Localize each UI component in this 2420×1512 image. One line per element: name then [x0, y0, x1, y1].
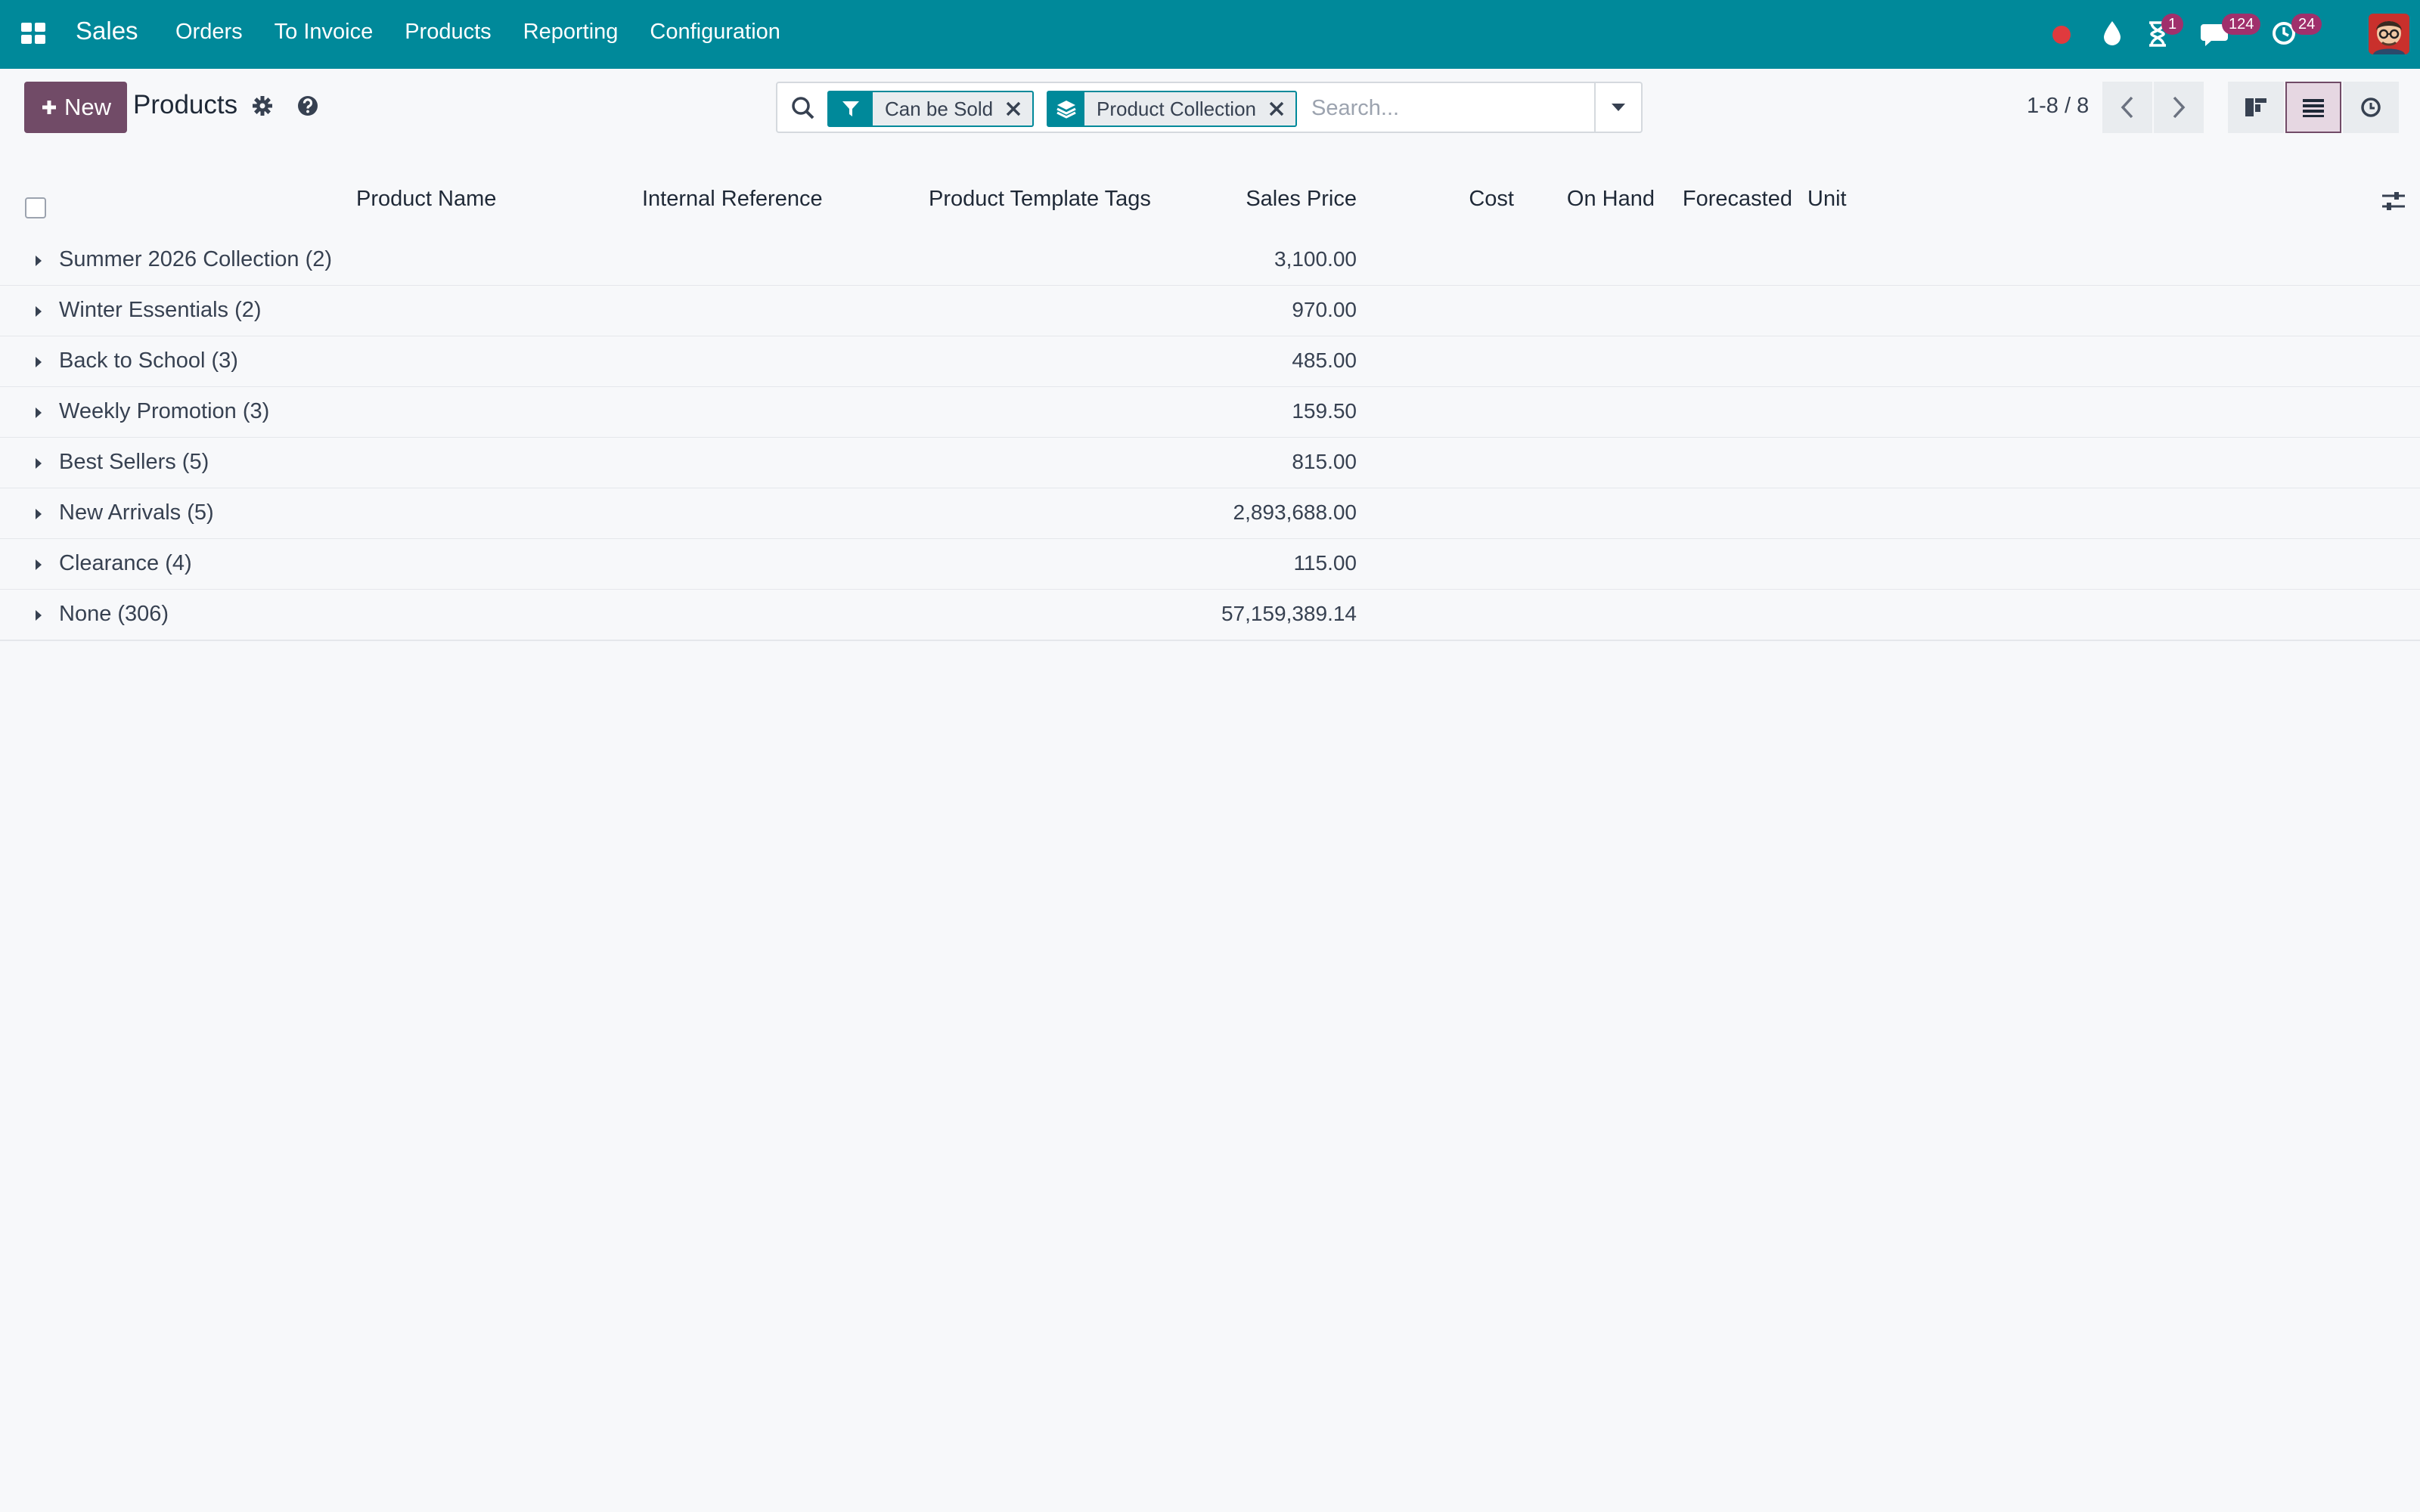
- caret-right-icon: [36, 509, 42, 519]
- activities-badge: 1: [2161, 14, 2184, 35]
- chevron-right-icon: [2173, 96, 2186, 119]
- list-header: Product Name Internal Reference Product …: [0, 160, 2420, 237]
- app-switcher-icon[interactable]: [20, 18, 50, 48]
- pager-value[interactable]: 1-8 / 8: [2027, 94, 2089, 119]
- menu-item-orders[interactable]: Orders: [175, 20, 243, 45]
- close-icon[interactable]: [1005, 101, 1022, 117]
- activity-view-icon: [2361, 98, 2381, 117]
- updates-badge: 24: [2291, 14, 2322, 35]
- chevron-left-icon: [2121, 96, 2133, 119]
- optional-columns-icon[interactable]: [2381, 190, 2406, 212]
- help-icon[interactable]: [296, 94, 319, 117]
- search-icon[interactable]: [791, 96, 815, 120]
- group-sales-price: 57,159,389.14: [1221, 602, 1357, 625]
- top-navbar: Sales Orders To Invoice Products Reporti…: [0, 0, 2420, 69]
- droplet-icon[interactable]: [2101, 20, 2124, 47]
- app-name[interactable]: Sales: [76, 17, 138, 45]
- caret-right-icon: [36, 357, 42, 367]
- gear-icon[interactable]: [251, 94, 274, 117]
- search-box: Can be Sold Product Collection: [776, 82, 1643, 133]
- new-button[interactable]: New: [24, 82, 127, 133]
- messages-badge: 124: [2222, 14, 2261, 35]
- filter-icon: [829, 92, 873, 125]
- kanban-view-button[interactable]: [2228, 82, 2284, 133]
- group-sales-price: 485.00: [1292, 349, 1357, 372]
- group-sales-price: 815.00: [1292, 450, 1357, 473]
- group-sales-price: 115.00: [1293, 551, 1357, 575]
- menu-item-to-invoice[interactable]: To Invoice: [275, 20, 374, 45]
- caret-right-icon: [36, 458, 42, 469]
- column-forecasted[interactable]: Forecasted: [1683, 187, 1792, 212]
- group-name: Back to School (3): [59, 349, 238, 373]
- group-row[interactable]: Summer 2026 Collection (2) 3,100.00: [0, 235, 2420, 287]
- facet-can-be-sold: Can be Sold: [827, 91, 1035, 127]
- column-cost[interactable]: Cost: [1469, 187, 1514, 212]
- control-panel: New Products Can be Sold Product Collect…: [0, 69, 2420, 161]
- group-name: Summer 2026 Collection (2): [59, 247, 333, 271]
- pager-previous-button[interactable]: [2102, 82, 2152, 133]
- group-row[interactable]: New Arrivals (5) 2,893,688.00: [0, 488, 2420, 540]
- group-row[interactable]: Winter Essentials (2) 970.00: [0, 286, 2420, 337]
- group-name: Weekly Promotion (3): [59, 399, 270, 423]
- page-title: Products: [133, 90, 238, 119]
- caret-down-icon: [1612, 104, 1625, 111]
- list-view-icon: [2303, 99, 2324, 117]
- systray: 1 124 24: [2012, 0, 2420, 69]
- column-sales-price[interactable]: Sales Price: [1246, 187, 1357, 212]
- caret-right-icon: [36, 256, 42, 266]
- group-sales-price: 159.50: [1292, 399, 1357, 423]
- column-unit[interactable]: Unit: [1807, 187, 1847, 212]
- list-view-button[interactable]: [2285, 82, 2341, 133]
- pager-next-button[interactable]: [2154, 82, 2204, 133]
- caret-right-icon: [36, 306, 42, 317]
- group-name: None (306): [59, 602, 169, 626]
- column-product-name[interactable]: Product Name: [356, 187, 496, 212]
- menu-item-products[interactable]: Products: [405, 20, 491, 45]
- kanban-view-icon: [2245, 98, 2266, 116]
- plus-icon: [40, 98, 58, 116]
- group-name: Clearance (4): [59, 551, 192, 575]
- group-row[interactable]: None (306) 57,159,389.14: [0, 590, 2420, 641]
- close-icon[interactable]: [1268, 101, 1285, 117]
- group-name: New Arrivals (5): [59, 500, 214, 525]
- column-on-hand[interactable]: On Hand: [1567, 187, 1655, 212]
- group-row[interactable]: Clearance (4) 115.00: [0, 539, 2420, 590]
- column-internal-reference[interactable]: Internal Reference: [642, 187, 823, 212]
- caret-right-icon: [36, 610, 42, 621]
- group-sales-price: 2,893,688.00: [1233, 500, 1357, 524]
- select-all-checkbox[interactable]: [25, 197, 46, 218]
- search-options-toggle[interactable]: [1594, 83, 1641, 132]
- group-sales-price: 970.00: [1292, 298, 1357, 321]
- caret-right-icon: [36, 407, 42, 418]
- facet-product-collection: Product Collection: [1047, 91, 1297, 127]
- column-product-template-tags[interactable]: Product Template Tags: [929, 187, 1151, 212]
- search-input[interactable]: [1310, 89, 1593, 127]
- user-avatar[interactable]: [2369, 14, 2409, 54]
- main-menu: Orders To Invoice Products Reporting Con…: [175, 20, 812, 45]
- activity-view-button[interactable]: [2343, 82, 2399, 133]
- layers-icon: [1048, 92, 1084, 125]
- facet-label: Can be Sold: [885, 97, 994, 120]
- group-row[interactable]: Best Sellers (5) 815.00: [0, 438, 2420, 489]
- group-name: Winter Essentials (2): [59, 298, 262, 322]
- menu-item-configuration[interactable]: Configuration: [650, 20, 780, 45]
- group-name: Best Sellers (5): [59, 450, 209, 474]
- caret-right-icon: [36, 559, 42, 570]
- new-button-label: New: [64, 94, 111, 120]
- group-row[interactable]: Weekly Promotion (3) 159.50: [0, 387, 2420, 438]
- group-row[interactable]: Back to School (3) 485.00: [0, 336, 2420, 388]
- facet-label: Product Collection: [1097, 97, 1256, 120]
- menu-item-reporting[interactable]: Reporting: [523, 20, 619, 45]
- group-sales-price: 3,100.00: [1274, 247, 1357, 271]
- recording-dot-icon[interactable]: [2052, 25, 2071, 45]
